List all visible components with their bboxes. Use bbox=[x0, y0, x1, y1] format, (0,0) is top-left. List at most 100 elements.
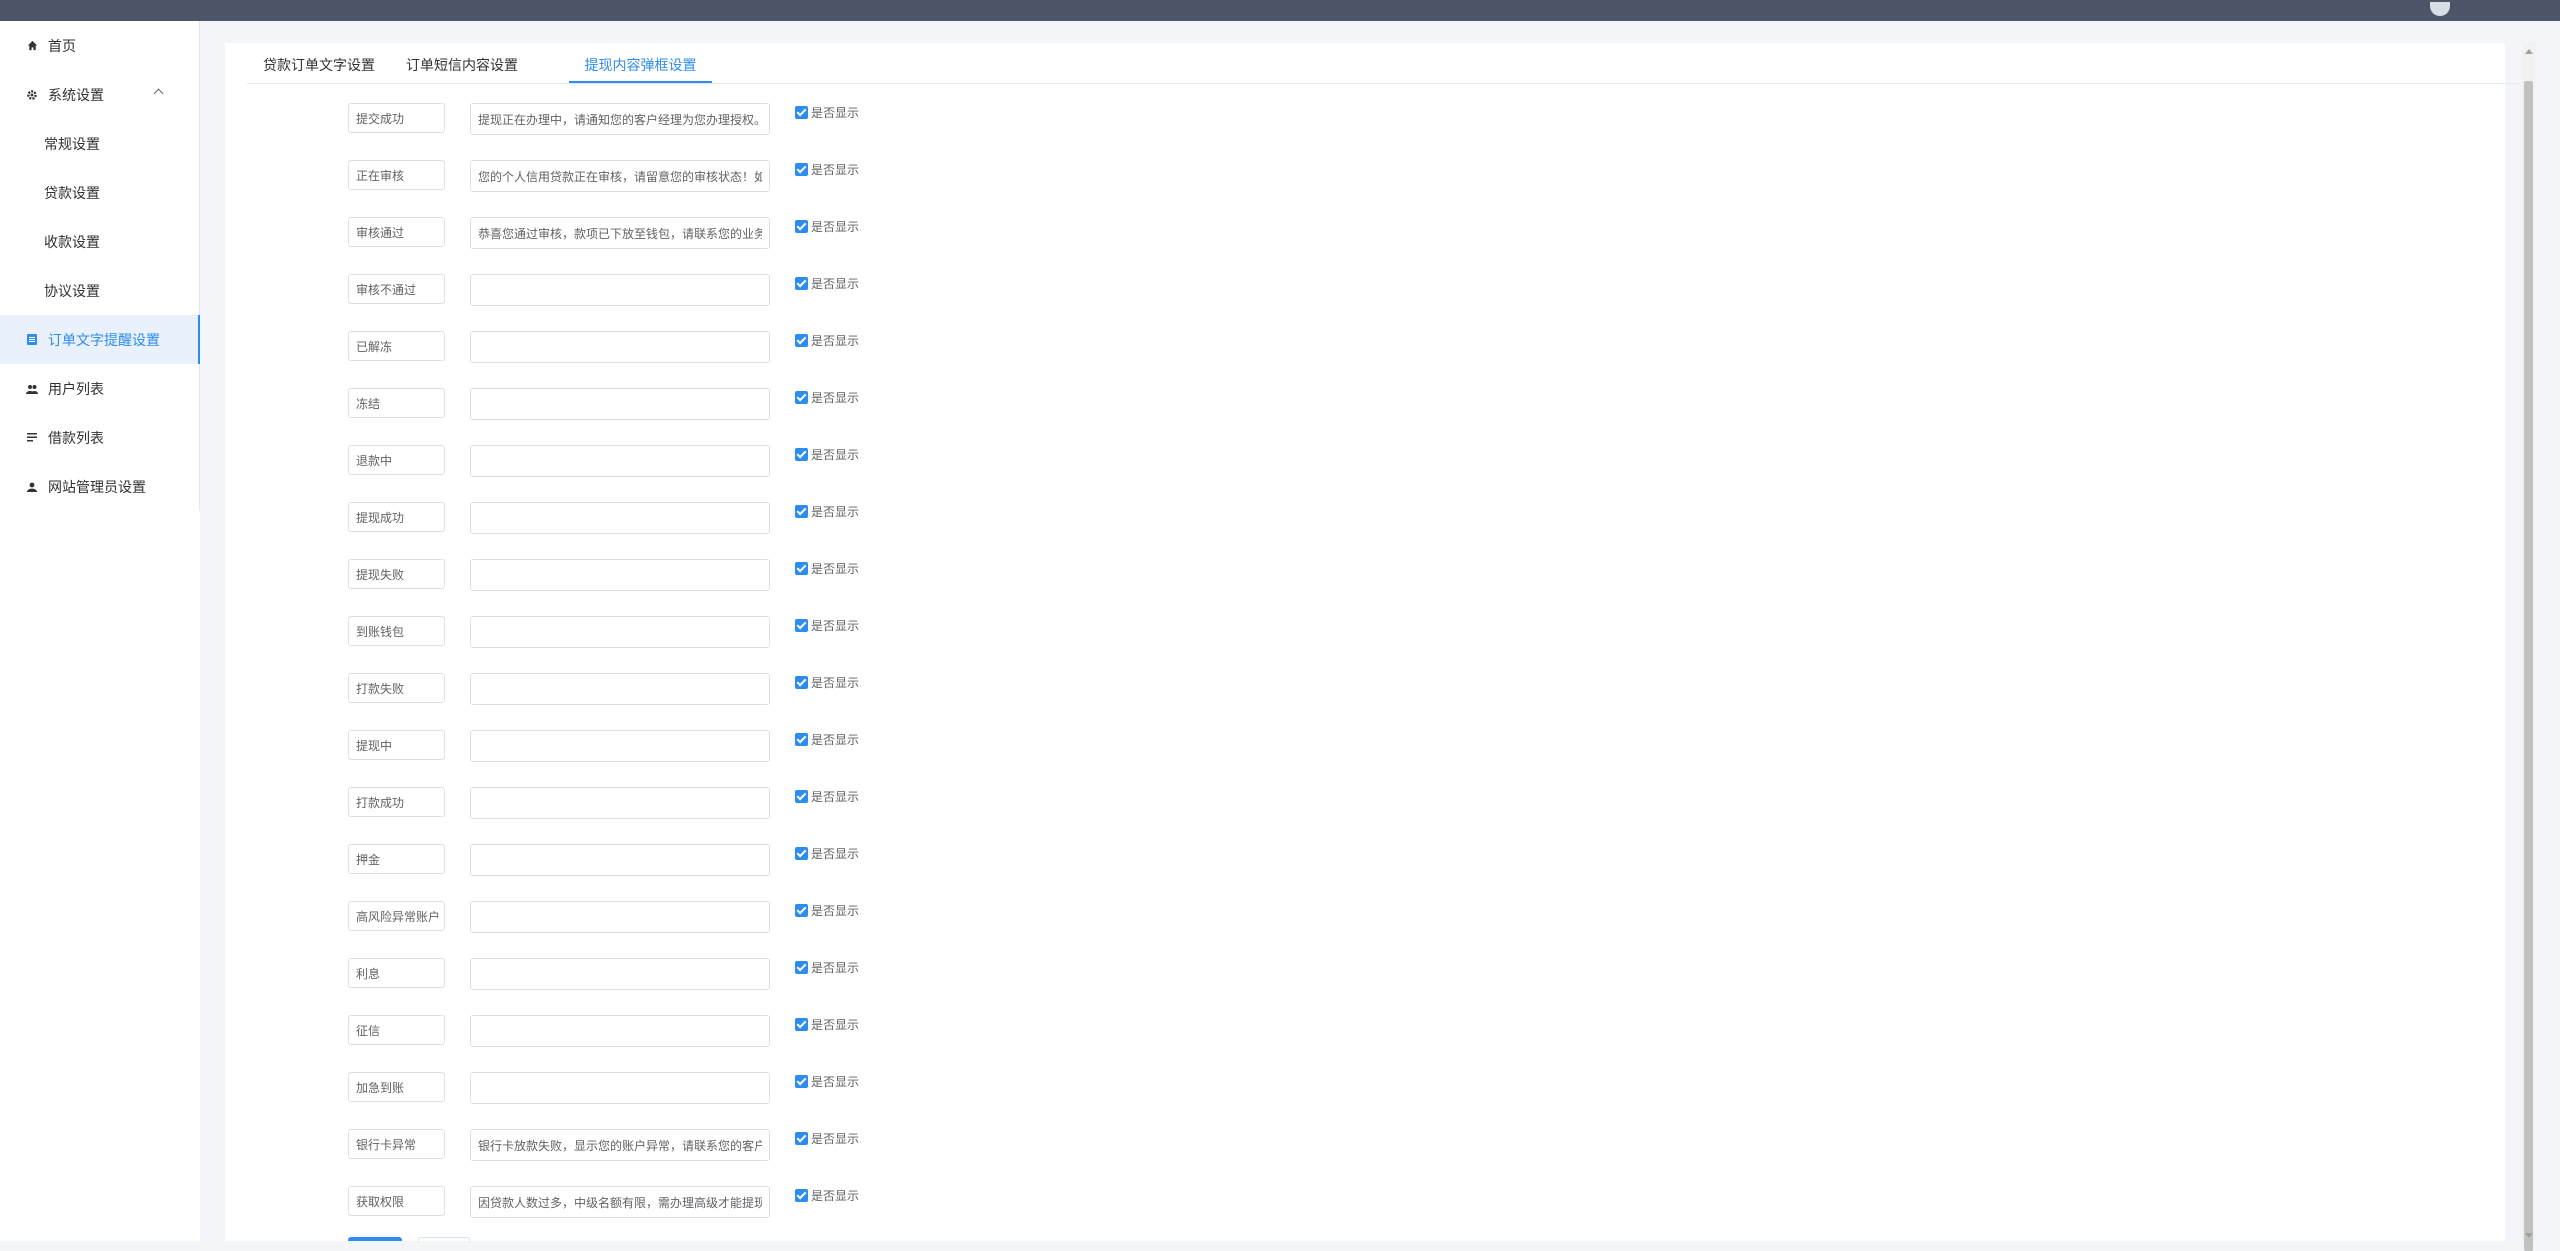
sidebar-item-loan-settings[interactable]: 贷款设置 bbox=[0, 168, 200, 217]
status-name-field[interactable]: 提现成功 bbox=[348, 502, 445, 532]
checkbox-checked-icon[interactable] bbox=[795, 675, 808, 689]
message-text-input[interactable] bbox=[470, 958, 770, 990]
status-name-field[interactable]: 高风险异常账户 bbox=[348, 901, 445, 931]
avatar[interactable] bbox=[2430, 2, 2450, 16]
checkbox-checked-icon[interactable] bbox=[795, 276, 808, 290]
show-checkbox[interactable]: 是否显示 bbox=[795, 1074, 859, 1089]
show-checkbox[interactable]: 是否显示 bbox=[795, 789, 859, 804]
status-name-field[interactable]: 冻结 bbox=[348, 388, 445, 418]
show-checkbox[interactable]: 是否显示 bbox=[795, 846, 859, 861]
message-text-input[interactable] bbox=[470, 103, 770, 135]
show-checkbox[interactable]: 是否显示 bbox=[795, 105, 859, 120]
message-text-input[interactable] bbox=[470, 901, 770, 933]
status-name-field[interactable]: 获取权限 bbox=[348, 1186, 445, 1216]
checkbox-checked-icon[interactable] bbox=[795, 333, 808, 347]
message-text-input[interactable] bbox=[470, 730, 770, 762]
scrollbar[interactable] bbox=[2522, 43, 2535, 1251]
status-name-field[interactable]: 押金 bbox=[348, 844, 445, 874]
checkbox-checked-icon[interactable] bbox=[795, 618, 808, 632]
show-checkbox[interactable]: 是否显示 bbox=[795, 219, 859, 234]
status-name-field[interactable]: 审核不通过 bbox=[348, 274, 445, 304]
sidebar-item-agreement-settings[interactable]: 协议设置 bbox=[0, 266, 200, 315]
tab-loan-order-text[interactable]: 贷款订单文字设置 bbox=[259, 53, 379, 83]
message-text-input[interactable] bbox=[470, 331, 770, 363]
message-text-input[interactable] bbox=[470, 1129, 770, 1161]
message-text-input[interactable] bbox=[470, 160, 770, 192]
show-checkbox[interactable]: 是否显示 bbox=[795, 390, 859, 405]
checkbox-checked-icon[interactable] bbox=[795, 903, 808, 917]
sidebar-item-home[interactable]: 首页 bbox=[0, 21, 200, 70]
checkbox-checked-icon[interactable] bbox=[795, 732, 808, 746]
checkbox-checked-icon[interactable] bbox=[795, 1074, 808, 1088]
message-text-input[interactable] bbox=[470, 274, 770, 306]
sidebar-item-admin-settings[interactable]: 网站管理员设置 bbox=[0, 462, 200, 511]
message-text-input[interactable] bbox=[470, 388, 770, 420]
status-name-field[interactable]: 打款成功 bbox=[348, 787, 445, 817]
checkbox-checked-icon[interactable] bbox=[795, 504, 808, 518]
status-name-field[interactable]: 打款失败 bbox=[348, 673, 445, 703]
status-name-field[interactable]: 提现失败 bbox=[348, 559, 445, 589]
status-name-field[interactable]: 征信 bbox=[348, 1015, 445, 1045]
checkbox-checked-icon[interactable] bbox=[795, 447, 808, 461]
status-name-field[interactable]: 加急到账 bbox=[348, 1072, 445, 1102]
sidebar-item-order-text-reminder[interactable]: 订单文字提醒设置 bbox=[0, 315, 200, 364]
show-checkbox[interactable]: 是否显示 bbox=[795, 276, 859, 291]
status-name-field[interactable]: 到账钱包 bbox=[348, 616, 445, 646]
status-name-field[interactable]: 审核通过 bbox=[348, 217, 445, 247]
message-text-input[interactable] bbox=[470, 217, 770, 249]
status-name-field[interactable]: 已解冻 bbox=[348, 331, 445, 361]
message-text-input[interactable] bbox=[470, 787, 770, 819]
message-text-input[interactable] bbox=[470, 673, 770, 705]
message-text-input[interactable] bbox=[470, 1186, 770, 1218]
message-text-input[interactable] bbox=[470, 1015, 770, 1047]
checkbox-checked-icon[interactable] bbox=[795, 105, 808, 119]
show-checkbox[interactable]: 是否显示 bbox=[795, 960, 859, 975]
checkbox-checked-icon[interactable] bbox=[795, 390, 808, 404]
show-checkbox[interactable]: 是否显示 bbox=[795, 903, 859, 918]
show-checkbox[interactable]: 是否显示 bbox=[795, 1131, 859, 1146]
status-name-field[interactable]: 正在审核 bbox=[348, 160, 445, 190]
checkbox-checked-icon[interactable] bbox=[795, 846, 808, 860]
scroll-up-arrow-icon[interactable] bbox=[2525, 49, 2533, 54]
sidebar-item-user-list[interactable]: 用户列表 bbox=[0, 364, 200, 413]
show-checkbox[interactable]: 是否显示 bbox=[795, 618, 859, 633]
checkbox-checked-icon[interactable] bbox=[795, 1131, 808, 1145]
reset-button[interactable] bbox=[418, 1237, 470, 1241]
scrollbar-thumb[interactable] bbox=[2524, 81, 2533, 1251]
status-name-field[interactable]: 退款中 bbox=[348, 445, 445, 475]
message-text-input[interactable] bbox=[470, 445, 770, 477]
status-name-field[interactable]: 银行卡异常 bbox=[348, 1129, 445, 1159]
checkbox-checked-icon[interactable] bbox=[795, 561, 808, 575]
status-name-field[interactable]: 利息 bbox=[348, 958, 445, 988]
status-name-field[interactable]: 提交成功 bbox=[348, 103, 445, 133]
sidebar-item-payment-settings[interactable]: 收款设置 bbox=[0, 217, 200, 266]
show-checkbox[interactable]: 是否显示 bbox=[795, 1188, 859, 1203]
checkbox-checked-icon[interactable] bbox=[795, 960, 808, 974]
show-checkbox[interactable]: 是否显示 bbox=[795, 732, 859, 747]
show-checkbox[interactable]: 是否显示 bbox=[795, 504, 859, 519]
show-checkbox[interactable]: 是否显示 bbox=[795, 675, 859, 690]
checkbox-checked-icon[interactable] bbox=[795, 1017, 808, 1031]
show-checkbox[interactable]: 是否显示 bbox=[795, 333, 859, 348]
checkbox-checked-icon[interactable] bbox=[795, 219, 808, 233]
sidebar-item-general-settings[interactable]: 常规设置 bbox=[0, 119, 200, 168]
tab-withdraw-popup[interactable]: 提现内容弹框设置 bbox=[569, 53, 712, 83]
sidebar-item-system-settings[interactable]: 系统设置 bbox=[0, 70, 200, 119]
chevron-up-icon[interactable] bbox=[153, 88, 164, 99]
message-text-input[interactable] bbox=[470, 559, 770, 591]
show-checkbox[interactable]: 是否显示 bbox=[795, 561, 859, 576]
show-checkbox[interactable]: 是否显示 bbox=[795, 447, 859, 462]
message-text-input[interactable] bbox=[470, 616, 770, 648]
message-text-input[interactable] bbox=[470, 502, 770, 534]
checkbox-checked-icon[interactable] bbox=[795, 789, 808, 803]
show-checkbox[interactable]: 是否显示 bbox=[795, 162, 859, 177]
sidebar-item-loan-list[interactable]: 借款列表 bbox=[0, 413, 200, 462]
show-checkbox[interactable]: 是否显示 bbox=[795, 1017, 859, 1032]
scroll-down-arrow-icon[interactable] bbox=[2525, 1233, 2533, 1238]
message-text-input[interactable] bbox=[470, 1072, 770, 1104]
checkbox-checked-icon[interactable] bbox=[795, 1188, 808, 1202]
status-name-field[interactable]: 提现中 bbox=[348, 730, 445, 760]
checkbox-checked-icon[interactable] bbox=[795, 162, 808, 176]
tab-order-sms-content[interactable]: 订单短信内容设置 bbox=[397, 53, 527, 83]
save-button[interactable] bbox=[348, 1237, 402, 1241]
